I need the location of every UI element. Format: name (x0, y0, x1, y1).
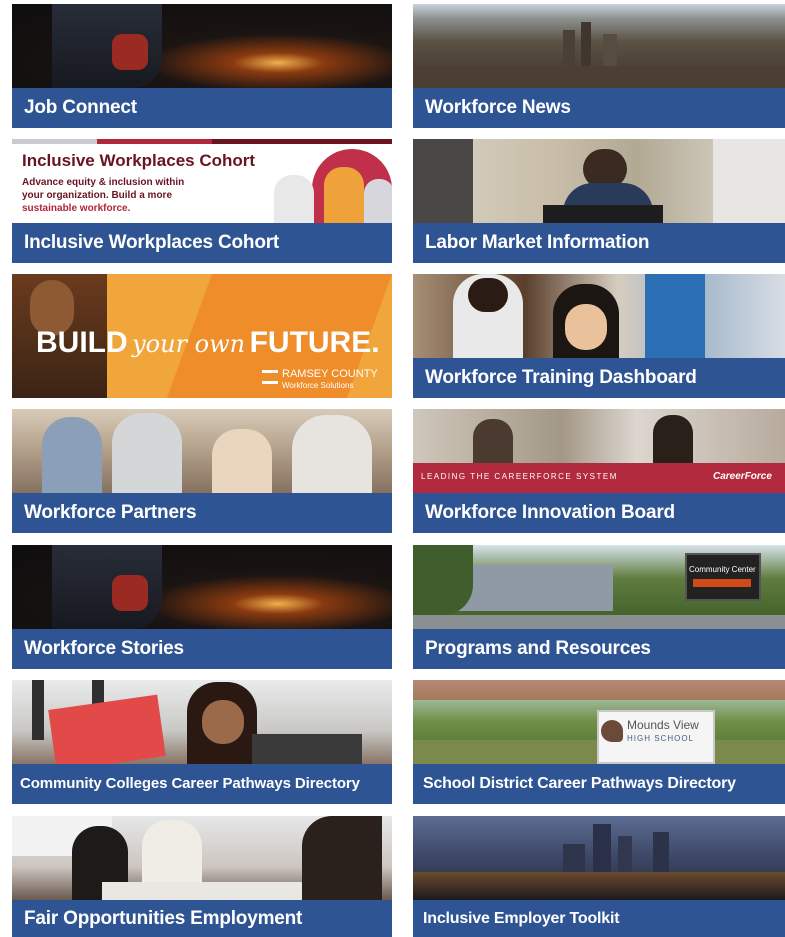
tile-build-your-own-future[interactable]: BUILD your own FUTURE. RAMSEY COUNTY Wor… (12, 274, 392, 398)
build-word: BUILD (36, 326, 128, 359)
meeting-image (12, 409, 392, 493)
tile-label: Job Connect (12, 88, 392, 128)
night-city-image (413, 816, 785, 900)
lab-worker-image (413, 274, 785, 358)
ramsey-logo-name: RAMSEY COUNTY (282, 368, 378, 380)
team-meeting-image (12, 816, 392, 900)
tile-label: Fair Opportunities Employment (12, 900, 392, 937)
tile-label: Workforce News (413, 88, 785, 128)
tile-inclusive-employer-toolkit[interactable]: Inclusive Employer Toolkit (413, 816, 785, 937)
build-your-future-banner: BUILD your own FUTURE. RAMSEY COUNTY Wor… (12, 274, 392, 398)
high-school-sign-image: Mounds View HIGH SCHOOL (413, 680, 785, 764)
student-phone-image (12, 680, 392, 764)
tile-label: Workforce Training Dashboard (413, 358, 785, 398)
school-sign-line-2: HIGH SCHOOL (627, 734, 695, 743)
sparks-image (12, 545, 392, 629)
tile-label: Workforce Innovation Board (413, 493, 785, 533)
tile-workforce-news[interactable]: Workforce News (413, 4, 785, 128)
tile-label: Workforce Partners (12, 493, 392, 533)
tile-label: Labor Market Information (413, 223, 785, 263)
tile-label: Inclusive Employer Toolkit (413, 900, 785, 937)
tile-inclusive-workplaces-cohort[interactable]: Inclusive Workplaces Cohort Advance equi… (12, 139, 392, 263)
tile-school-district-career-pathways-directory[interactable]: Mounds View HIGH SCHOOL School District … (413, 680, 785, 804)
office-worker-image (413, 139, 785, 223)
board-meeting-image: LEADING THE CAREERFORCE SYSTEM CareerFor… (413, 409, 785, 493)
tile-label: Inclusive Workplaces Cohort (12, 223, 392, 263)
cohort-line-2: your organization. Build a more (22, 190, 173, 201)
board-strip-text: LEADING THE CAREERFORCE SYSTEM (421, 472, 618, 481)
tile-label: Workforce Stories (12, 629, 392, 669)
tile-label: Community Colleges Career Pathways Direc… (12, 764, 392, 804)
future-word: FUTURE. (249, 326, 380, 359)
tile-label: Programs and Resources (413, 629, 785, 669)
your-own-word: your own (132, 330, 246, 358)
cohort-banner-image: Inclusive Workplaces Cohort Advance equi… (12, 139, 392, 223)
ramsey-logo-sub: Workforce Solutions (282, 381, 354, 390)
tile-programs-and-resources[interactable]: Community Center Programs and Resources (413, 545, 785, 669)
tile-labor-market-information[interactable]: Labor Market Information (413, 139, 785, 263)
tile-fair-opportunities-employment[interactable]: Fair Opportunities Employment (12, 816, 392, 937)
center-sign-title: Community Center (689, 565, 756, 574)
tile-workforce-partners[interactable]: Workforce Partners (12, 409, 392, 533)
careerforce-logo: CareerForce (713, 471, 772, 482)
tile-workforce-training-dashboard[interactable]: Workforce Training Dashboard (413, 274, 785, 398)
cohort-line-1: Advance equity & inclusion within (22, 177, 185, 188)
cohort-line-3: sustainable workforce. (22, 203, 131, 214)
school-sign-line-1: Mounds View (627, 718, 699, 732)
tile-community-colleges-career-pathways-directory[interactable]: Community Colleges Career Pathways Direc… (12, 680, 392, 804)
sparks-image (12, 4, 392, 88)
tile-workforce-innovation-board[interactable]: LEADING THE CAREERFORCE SYSTEM CareerFor… (413, 409, 785, 533)
cohort-heading: Inclusive Workplaces Cohort (22, 151, 256, 170)
city-skyline-image (413, 4, 785, 88)
tile-job-connect[interactable]: Job Connect (12, 4, 392, 128)
tile-workforce-stories[interactable]: Workforce Stories (12, 545, 392, 669)
ramsey-logo-icon (262, 370, 278, 384)
tile-label: School District Career Pathways Director… (413, 764, 785, 804)
community-center-image: Community Center (413, 545, 785, 629)
